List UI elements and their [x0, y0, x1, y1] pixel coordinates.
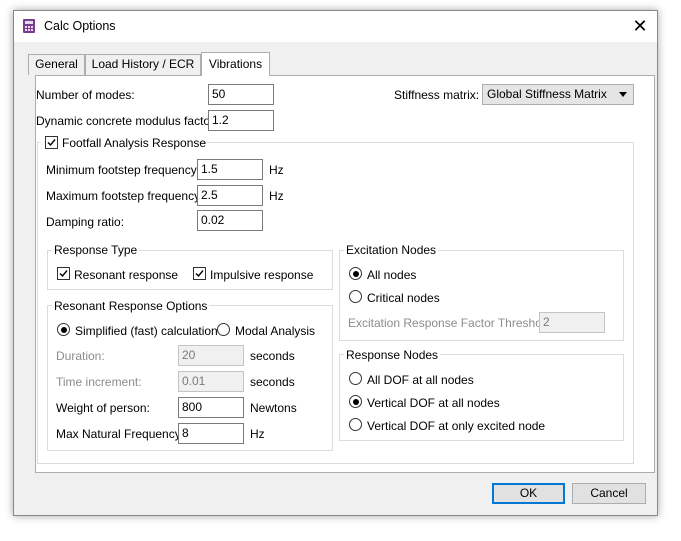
resonant-response-label[interactable]: Resonant response — [74, 268, 178, 282]
checkmark-icon — [59, 270, 68, 278]
tab-general[interactable]: General — [28, 54, 85, 75]
all-nodes-label[interactable]: All nodes — [367, 268, 416, 282]
max-natural-freq-input[interactable]: 8 — [178, 423, 244, 444]
stiffness-matrix-value: Global Stiffness Matrix — [487, 87, 607, 101]
title-bar: Calc Options ✕ — [14, 11, 657, 42]
modal-analysis-label[interactable]: Modal Analysis — [235, 324, 315, 338]
response-type-legend: Response Type — [52, 243, 140, 257]
vertical-dof-all-radio[interactable] — [349, 395, 362, 408]
footfall-label[interactable]: Footfall Analysis Response — [62, 136, 206, 150]
vertical-dof-excited-label[interactable]: Vertical DOF at only excited node — [367, 419, 545, 433]
weight-of-person-input[interactable]: 800 — [178, 397, 244, 418]
min-footstep-unit: Hz — [269, 163, 284, 177]
max-footstep-unit: Hz — [269, 189, 284, 203]
close-icon[interactable]: ✕ — [628, 15, 652, 37]
dyn-modulus-label: Dynamic concrete modulus factor: — [36, 114, 218, 128]
weight-of-person-unit: Newtons — [250, 401, 297, 415]
duration-label: Duration: — [56, 349, 105, 363]
min-footstep-label: Minimum footstep frequency: — [46, 163, 201, 177]
simplified-calc-label[interactable]: Simplified (fast) calculation — [75, 324, 218, 338]
cancel-button[interactable]: Cancel — [572, 483, 646, 504]
resonant-options-legend: Resonant Response Options — [52, 299, 210, 313]
critical-nodes-radio[interactable] — [349, 290, 362, 303]
ok-button[interactable]: OK — [492, 483, 565, 504]
excitation-nodes-legend: Excitation Nodes — [344, 243, 439, 257]
all-dof-label[interactable]: All DOF at all nodes — [367, 373, 474, 387]
duration-unit: seconds — [250, 349, 295, 363]
all-nodes-radio[interactable] — [349, 267, 362, 280]
damping-ratio-input[interactable]: 0.02 — [197, 210, 263, 231]
time-increment-label: Time increment: — [56, 375, 142, 389]
damping-ratio-label: Damping ratio: — [46, 215, 125, 229]
modal-analysis-radio[interactable] — [217, 323, 230, 336]
all-dof-radio[interactable] — [349, 372, 362, 385]
stiffness-matrix-select[interactable]: Global Stiffness Matrix — [482, 84, 634, 105]
active-tab-joiner — [202, 74, 269, 76]
max-footstep-label: Maximum footstep frequency: — [46, 189, 204, 203]
chevron-down-icon — [619, 92, 627, 97]
calc-options-dialog: Calc Options ✕ General Load History / EC… — [13, 10, 658, 516]
duration-input[interactable]: 20 — [178, 345, 244, 366]
num-modes-label: Number of modes: — [36, 88, 135, 102]
min-footstep-input[interactable]: 1.5 — [197, 159, 263, 180]
response-nodes-legend: Response Nodes — [344, 348, 441, 362]
weight-of-person-label: Weight of person: — [56, 401, 150, 415]
dyn-modulus-input[interactable]: 1.2 — [208, 110, 274, 131]
impulsive-response-checkbox[interactable] — [193, 267, 206, 280]
tab-load-history-ecr[interactable]: Load History / ECR — [85, 54, 201, 75]
time-increment-unit: seconds — [250, 375, 295, 389]
checkmark-icon — [47, 139, 56, 147]
vertical-dof-all-label[interactable]: Vertical DOF at all nodes — [367, 396, 500, 410]
impulsive-response-label[interactable]: Impulsive response — [210, 268, 313, 282]
max-natural-freq-unit: Hz — [250, 427, 265, 441]
tab-vibrations[interactable]: Vibrations — [201, 52, 270, 76]
critical-nodes-label[interactable]: Critical nodes — [367, 291, 440, 305]
footfall-checkbox[interactable] — [45, 136, 58, 149]
simplified-calc-radio[interactable] — [57, 323, 70, 336]
resonant-response-checkbox[interactable] — [57, 267, 70, 280]
num-modes-input[interactable]: 50 — [208, 84, 274, 105]
dialog-title: Calc Options — [44, 19, 116, 33]
threshold-label: Excitation Response Factor Threshold: — [348, 316, 555, 330]
max-natural-freq-label: Max Natural Frequency: — [56, 427, 185, 441]
app-icon — [22, 18, 36, 34]
threshold-input[interactable]: 2 — [539, 312, 605, 333]
time-increment-input[interactable]: 0.01 — [178, 371, 244, 392]
checkmark-icon — [195, 270, 204, 278]
max-footstep-input[interactable]: 2.5 — [197, 185, 263, 206]
vertical-dof-excited-radio[interactable] — [349, 418, 362, 431]
stiffness-matrix-label: Stiffness matrix: — [394, 88, 480, 102]
